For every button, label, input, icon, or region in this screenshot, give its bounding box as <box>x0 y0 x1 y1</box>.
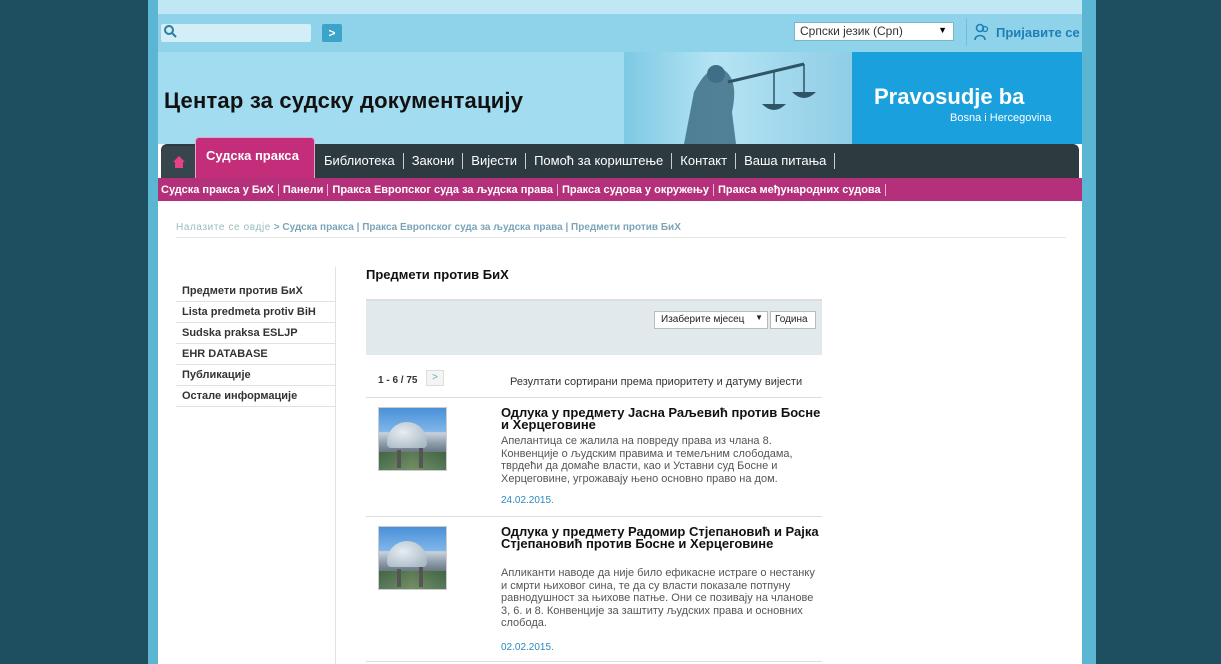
subnav-item-evropski-sud[interactable]: Пракса Европског суда за људска права <box>328 183 558 196</box>
page: > Српски језик (Срп) ▼ Пријавите се Цент… <box>158 0 1082 664</box>
sub-nav-items: Судска пракса у БиХ Панели Пракса Европс… <box>161 178 886 201</box>
month-select-label: Изаберите мјесец <box>661 314 745 325</box>
subnav-item-medjunarodni-sudovi[interactable]: Пракса међународних судова <box>714 183 886 196</box>
leftnav-item-publikacije[interactable]: Публикације <box>176 365 336 386</box>
divider <box>966 18 967 46</box>
nav-item-vasa-pitanja[interactable]: Ваша питања <box>736 153 836 169</box>
search-input[interactable] <box>161 24 311 42</box>
tab-sudska-praksa[interactable]: Судска пракса <box>195 137 315 179</box>
home-tab[interactable] <box>161 146 195 178</box>
article-title[interactable]: Одлука у предмету Јасна Раљевић против Б… <box>501 406 821 431</box>
chevron-down-icon: ▼ <box>938 25 947 35</box>
leftnav-item-lista[interactable]: Lista predmeta protiv BiH <box>176 302 336 323</box>
sub-nav: Судска пракса у БиХ Панели Пракса Европс… <box>158 178 1082 201</box>
leftnav-item-sudska-praksa[interactable]: Sudska praksa ESLJP <box>176 323 336 344</box>
article-date: 24.02.2015. <box>501 495 554 506</box>
left-nav: Предмети против БиХ Lista predmeta proti… <box>176 281 336 407</box>
leftnav-item-ehr[interactable]: EHR DATABASE <box>176 344 336 365</box>
leftnav-item-ostale[interactable]: Остале информације <box>176 386 336 407</box>
user-icon <box>974 23 990 41</box>
nav-items: Библиотека Закони Вијести Помоћ за кориш… <box>316 144 836 178</box>
filter-panel: Изаберите мјесец ▼ Година <box>366 299 822 355</box>
nav-item-biblioteka[interactable]: Библиотека <box>316 153 404 169</box>
article-thumbnail[interactable] <box>378 526 447 590</box>
breadcrumb: Налазите се овдје > Судска пракса | Прак… <box>176 222 681 233</box>
language-select[interactable]: Српски језик (Срп) ▼ <box>794 22 954 41</box>
site-title: Центар за судску документацију <box>164 88 524 113</box>
language-selected: Српски језик (Срп) <box>800 24 903 38</box>
divider <box>366 397 822 398</box>
page-edge-right <box>1082 0 1096 664</box>
sort-note: Резултати сортирани према приоритету и д… <box>510 376 803 388</box>
nav-item-kontakt[interactable]: Контакт <box>672 153 737 169</box>
divider <box>366 661 822 662</box>
breadcrumb-prefix: Налазите се овдје <box>176 222 271 233</box>
divider <box>176 237 1066 238</box>
breadcrumb-path[interactable]: > Судска пракса | Пракса Европског суда … <box>274 222 681 233</box>
year-input-label: Година <box>775 314 808 325</box>
article-thumbnail[interactable] <box>378 407 447 471</box>
nav-item-pomoc[interactable]: Помоћ за кориштење <box>526 153 673 169</box>
search-icon <box>163 24 181 42</box>
article-summary: Апликанти наводе да није било ефикасне и… <box>501 567 815 629</box>
logo-text: Pravosudje ba <box>874 84 1025 109</box>
article-title[interactable]: Одлука у предмету Радомир Стјепановић и … <box>501 525 821 550</box>
article-date: 02.02.2015. <box>501 642 554 653</box>
subnav-item-praksa-bih[interactable]: Судска пракса у БиХ <box>161 183 279 196</box>
leftnav-item-predmeti[interactable]: Предмети против БиХ <box>176 281 336 302</box>
login-link[interactable]: Пријавите се <box>996 25 1080 40</box>
page-edge-left <box>148 0 158 664</box>
pager-range: 1 - 6 / 75 <box>378 375 418 386</box>
article-summary: Апелантица се жалила на повреду права из… <box>501 435 793 485</box>
month-select[interactable]: Изаберите мјесец ▼ <box>654 311 768 329</box>
page-title: Предмети против БиХ <box>366 267 509 282</box>
year-input[interactable]: Година <box>770 311 816 329</box>
search-button[interactable]: > <box>322 24 342 42</box>
pravosudje-logo[interactable]: Pravosudje ba Bosna i Hercegovina <box>852 52 1082 144</box>
page-margin-left <box>0 0 148 664</box>
nav-item-zakoni[interactable]: Закони <box>404 153 464 169</box>
top-strip <box>158 0 1082 14</box>
page-margin-right <box>1096 0 1221 664</box>
chevron-down-icon: ▼ <box>755 313 763 322</box>
tab-label: Судска пракса <box>206 148 299 163</box>
home-icon <box>172 155 186 169</box>
divider <box>366 516 822 517</box>
logo-subtitle: Bosna i Hercegovina <box>950 112 1052 124</box>
nav-item-vijesti[interactable]: Вијести <box>463 153 527 169</box>
justice-statue-image <box>624 52 852 144</box>
subnav-item-paneli[interactable]: Панели <box>279 183 329 196</box>
top-bar: > Српски језик (Срп) ▼ Пријавите се <box>158 14 1082 52</box>
pager-next-button[interactable]: > <box>426 370 444 386</box>
subnav-item-sudovi-okruzenje[interactable]: Пракса судова у окружењу <box>558 183 715 196</box>
